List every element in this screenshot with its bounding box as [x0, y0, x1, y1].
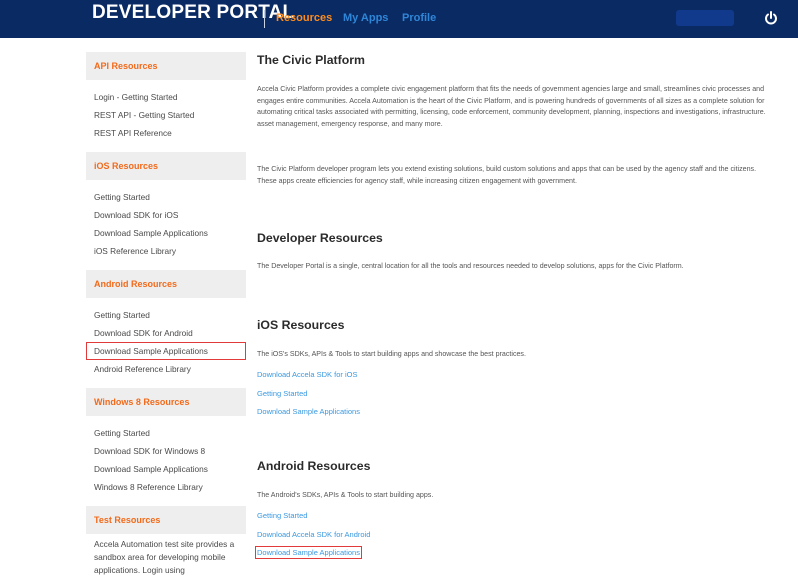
civic-paragraph-2: The Civic Platform developer program let…	[257, 165, 757, 185]
sidebar-item-rest-api-reference[interactable]: REST API Reference	[86, 124, 246, 142]
sidebar-heading-ios: iOS Resources	[86, 152, 246, 180]
sidebar-heading-api: API Resources	[86, 52, 246, 80]
sidebar-item-ios-getting-started[interactable]: Getting Started	[86, 188, 246, 206]
sidebar-item-win8-getting-started[interactable]: Getting Started	[86, 424, 246, 442]
nav-resources[interactable]: Resources	[276, 12, 332, 24]
link-android-getting-started[interactable]: Getting Started	[257, 511, 307, 520]
sidebar-item-rest-api-getting-started[interactable]: REST API - Getting Started	[86, 106, 246, 124]
sidebar-item-win8-download-sdk[interactable]: Download SDK for Windows 8	[86, 442, 246, 460]
sidebar-heading-windows8: Windows 8 Resources	[86, 388, 246, 416]
sidebar-item-ios-reference-library[interactable]: iOS Reference Library	[86, 242, 246, 260]
sidebar-item-android-download-sdk[interactable]: Download SDK for Android	[86, 324, 246, 342]
section-title-ios-resources: iOS Resources	[257, 318, 345, 332]
nav-my-apps[interactable]: My Apps	[343, 12, 388, 24]
link-android-download-samples[interactable]: Download Sample Applications	[255, 546, 362, 559]
sidebar-heading-android: Android Resources	[86, 270, 246, 298]
sidebar-item-login-getting-started[interactable]: Login - Getting Started	[86, 88, 246, 106]
civic-paragraph-1: Accela Civic Platform provides a complet…	[257, 85, 766, 128]
sidebar-test-description: Accela Automation test site provides a s…	[94, 539, 235, 575]
sidebar-item-android-getting-started[interactable]: Getting Started	[86, 306, 246, 324]
sidebar-heading-test: Test Resources	[86, 506, 246, 534]
section-title-android-resources: Android Resources	[257, 459, 371, 473]
top-navigation-bar: DEVELOPER PORTAL Resources My Apps Profi…	[0, 0, 798, 38]
link-ios-getting-started[interactable]: Getting Started	[257, 389, 307, 398]
section-title-developer-resources: Developer Resources	[257, 231, 383, 245]
sidebar: API Resources Login - Getting Started RE…	[86, 52, 246, 577]
power-icon[interactable]	[762, 9, 780, 27]
ios-paragraph: The iOS's SDKs, APIs & Tools to start bu…	[257, 350, 526, 358]
section-title-civic-platform: The Civic Platform	[257, 53, 365, 67]
android-paragraph: The Android's SDKs, APIs & Tools to star…	[257, 491, 434, 499]
sidebar-item-win8-download-samples[interactable]: Download Sample Applications	[86, 460, 246, 478]
nav-profile[interactable]: Profile	[402, 12, 436, 24]
sidebar-item-ios-download-samples[interactable]: Download Sample Applications	[86, 224, 246, 242]
link-download-sdk-ios[interactable]: Download Accela SDK for iOS	[257, 370, 357, 379]
link-ios-download-samples[interactable]: Download Sample Applications	[257, 407, 360, 416]
sidebar-item-android-reference-library[interactable]: Android Reference Library	[86, 360, 246, 378]
sidebar-item-win8-reference-library[interactable]: Windows 8 Reference Library	[86, 478, 246, 496]
sidebar-item-android-download-samples[interactable]: Download Sample Applications	[86, 342, 246, 360]
redacted-user-name	[676, 10, 734, 26]
link-download-sdk-android[interactable]: Download Accela SDK for Android	[257, 530, 370, 539]
sidebar-item-ios-download-sdk[interactable]: Download SDK for iOS	[86, 206, 246, 224]
developer-paragraph: The Developer Portal is a single, centra…	[257, 262, 684, 270]
header-divider	[264, 10, 265, 28]
